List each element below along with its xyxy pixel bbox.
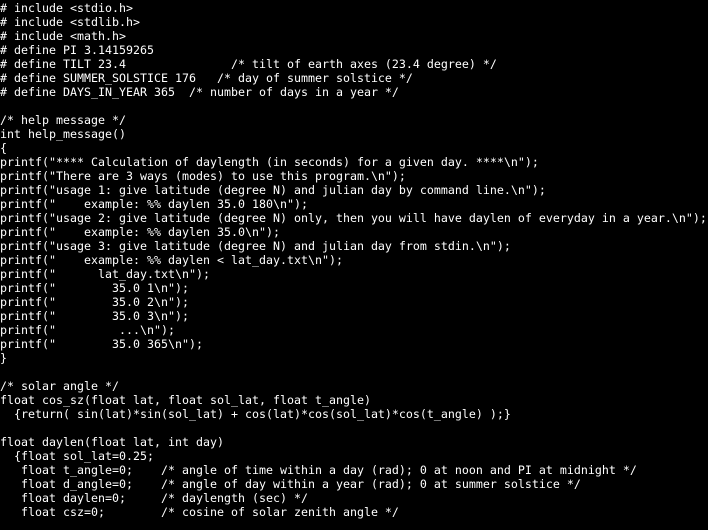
code-line: printf("**** Calculation of daylength (i… (0, 155, 539, 169)
code-line: printf(" 35.0 1\n"); (0, 281, 189, 295)
code-line: printf(" 35.0 3\n"); (0, 309, 189, 323)
code-line: # define TILT 23.4 /* tilt of earth axes… (0, 57, 497, 71)
code-line: float daylen=0; /* daylength (sec) */ (0, 491, 308, 505)
code-line: float csz=0; /* cosine of solar zenith a… (0, 505, 399, 519)
code-line: {return( sin(lat)*sin(sol_lat) + cos(lat… (0, 407, 511, 421)
code-line: printf("usage 1: give latitude (degree N… (0, 183, 546, 197)
code-line: # define PI 3.14159265 (0, 43, 154, 57)
code-line: /* help message */ (0, 113, 126, 127)
code-line: # include <stdio.h> (0, 1, 133, 15)
code-line: {float sol_lat=0.25; (0, 449, 154, 463)
code-line: /* solar angle */ (0, 379, 119, 393)
code-line: # include <stdlib.h> (0, 15, 140, 29)
code-line: printf(" 35.0 2\n"); (0, 295, 189, 309)
code-line: printf(" ...\n"); (0, 323, 175, 337)
code-line: float cos_sz(float lat, float sol_lat, f… (0, 393, 371, 407)
code-line: printf("There are 3 ways (modes) to use … (0, 169, 406, 183)
code-line: float daylen(float lat, int day) (0, 435, 224, 449)
code-line: # include <math.h> (0, 29, 126, 43)
code-line: printf("usage 2: give latitude (degree N… (0, 211, 707, 225)
code-line: float t_angle=0; /* angle of time within… (0, 463, 637, 477)
code-line: printf("usage 3: give latitude (degree N… (0, 239, 511, 253)
code-line: printf(" lat_day.txt\n"); (0, 267, 210, 281)
code-line: float d_angle=0; /* angle of day within … (0, 477, 581, 491)
code-line: # define SUMMER_SOLSTICE 176 /* day of s… (0, 71, 413, 85)
code-line: # define DAYS_IN_YEAR 365 /* number of d… (0, 85, 399, 99)
code-line: int help_message() (0, 127, 126, 141)
code-line: printf(" example: %% daylen 35.0 180\n")… (0, 197, 308, 211)
code-line: } (0, 351, 7, 365)
code-line: { (0, 141, 7, 155)
code-line: printf(" example: %% daylen < lat_day.tx… (0, 253, 343, 267)
code-line: printf(" example: %% daylen 35.0\n"); (0, 225, 280, 239)
terminal-window[interactable]: # include <stdio.h> # include <stdlib.h> #… (0, 1, 708, 530)
code-line: printf(" 35.0 365\n"); (0, 337, 203, 351)
